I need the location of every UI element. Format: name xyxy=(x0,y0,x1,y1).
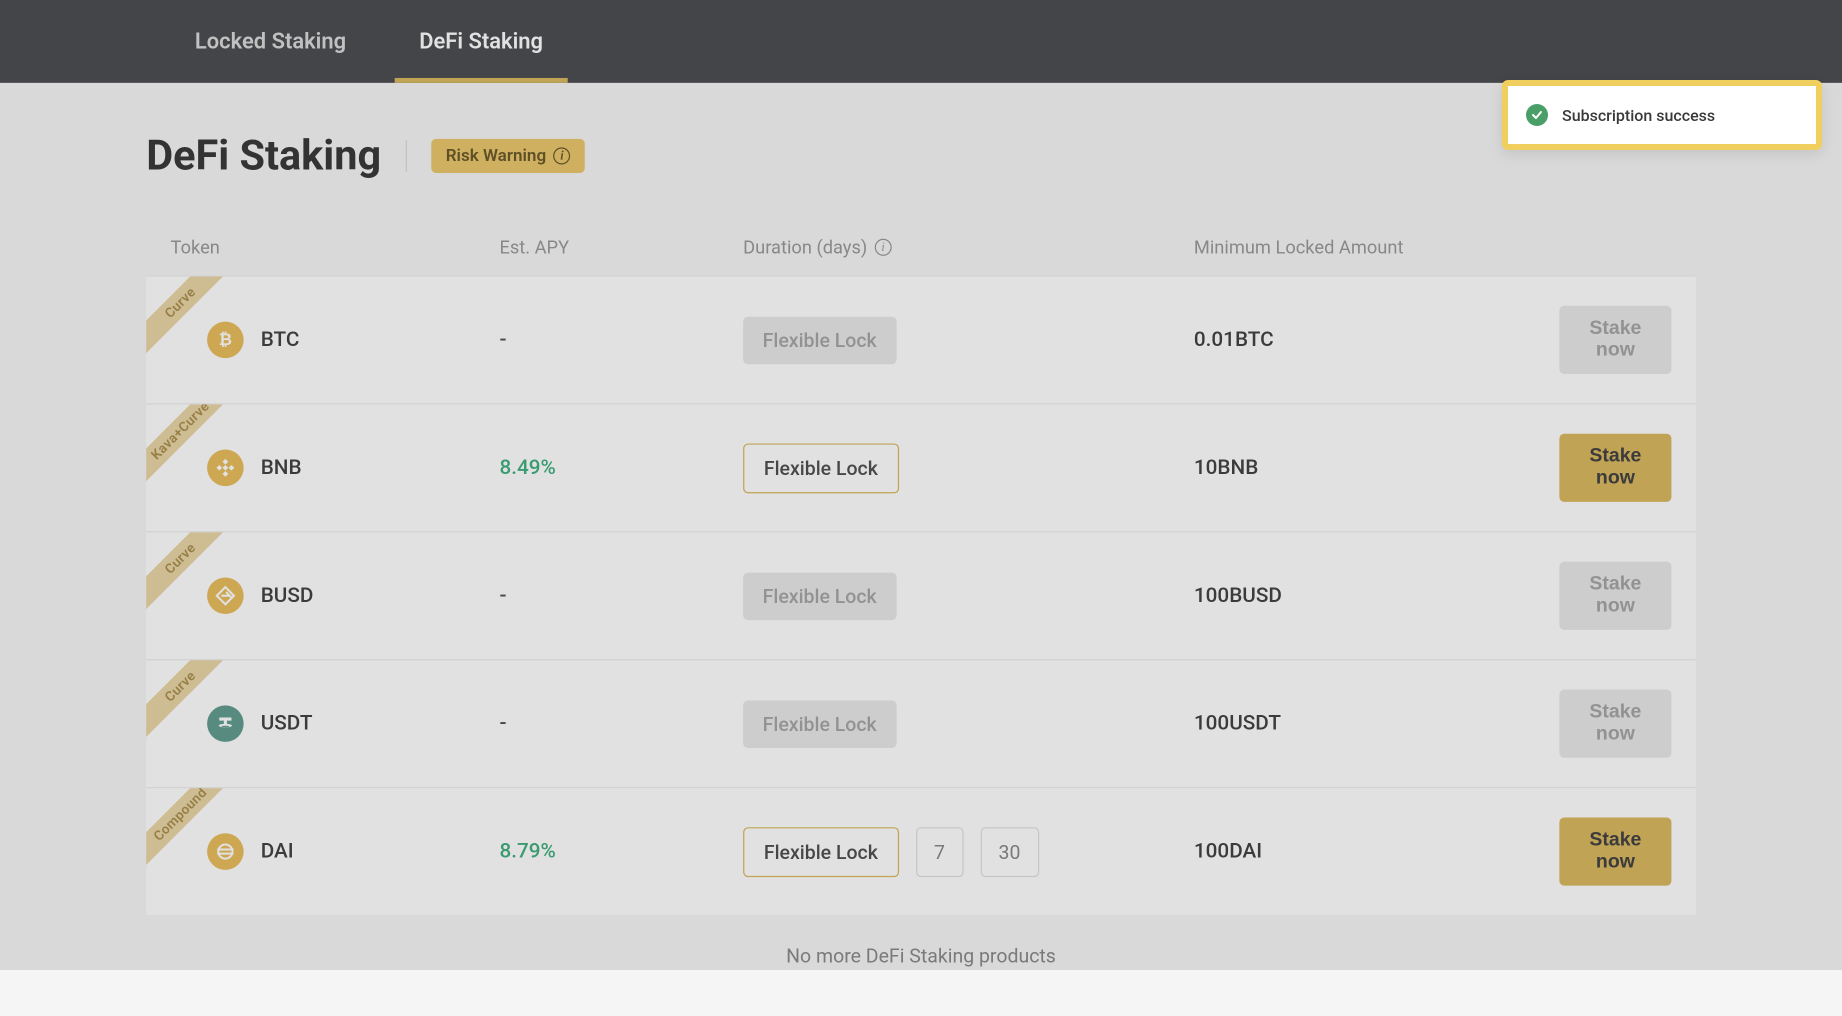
info-icon: i xyxy=(553,147,570,164)
col-header-minimum: Minimum Locked Amount xyxy=(1194,236,1559,258)
check-circle-icon xyxy=(1526,104,1548,126)
usdt-coin-icon xyxy=(207,705,244,742)
bnb-coin-icon xyxy=(207,450,244,487)
tab-defi-staking[interactable]: DeFi Staking xyxy=(395,0,568,83)
stake-now-button[interactable]: Stake now xyxy=(1559,817,1671,885)
token-symbol: DAI xyxy=(261,839,294,863)
minimum-amount: 0.01BTC xyxy=(1194,328,1274,352)
top-navbar: Locked Staking DeFi Staking xyxy=(0,0,1842,83)
minimum-amount: 100DAI xyxy=(1194,839,1262,863)
no-more-message: No more DeFi Staking products xyxy=(146,915,1696,1016)
dai-coin-icon xyxy=(207,833,244,870)
stake-now-button: Stake now xyxy=(1559,306,1671,374)
staking-table: Token Est. APY Duration (days) i Minimum… xyxy=(146,214,1696,914)
toast-message: Subscription success xyxy=(1562,106,1715,125)
apy-value: - xyxy=(499,584,506,608)
table-row: Kava+CurveBNB8.49%Flexible Lock10BNBStak… xyxy=(146,403,1696,531)
col-header-duration: Duration (days) i xyxy=(743,236,1194,258)
success-toast: Subscription success xyxy=(1502,80,1822,150)
table-row: CurveBUSD-Flexible Lock100BUSDStake now xyxy=(146,531,1696,659)
duration-option-7[interactable]: 7 xyxy=(916,827,964,877)
col-header-token: Token xyxy=(171,236,500,258)
token-symbol: BTC xyxy=(261,328,300,352)
flexible-lock-button[interactable]: Flexible Lock xyxy=(743,443,898,493)
flexible-lock-button: Flexible Lock xyxy=(743,572,896,620)
minimum-amount: 100USDT xyxy=(1194,711,1281,735)
tab-locked-staking[interactable]: Locked Staking xyxy=(171,0,371,83)
col-header-apy: Est. APY xyxy=(499,236,743,258)
flexible-lock-button[interactable]: Flexible Lock xyxy=(743,827,898,877)
minimum-amount: 100BUSD xyxy=(1194,584,1282,608)
stake-now-button: Stake now xyxy=(1559,690,1671,758)
token-symbol: BNB xyxy=(261,456,302,480)
table-row: Curve₿BTC-Flexible Lock0.01BTCStake now xyxy=(146,275,1696,403)
duration-option-30[interactable]: 30 xyxy=(980,827,1038,877)
apy-value: - xyxy=(499,328,506,352)
flexible-lock-button: Flexible Lock xyxy=(743,316,896,364)
table-row: CompoundDAI8.79%Flexible Lock730100DAISt… xyxy=(146,787,1696,915)
page-title: DeFi Staking xyxy=(146,132,381,181)
svg-text:₿: ₿ xyxy=(219,330,232,349)
flexible-lock-button: Flexible Lock xyxy=(743,700,896,748)
page-header: DeFi Staking Risk Warning i xyxy=(146,132,1696,181)
stake-now-button[interactable]: Stake now xyxy=(1559,434,1671,502)
apy-value: 8.49% xyxy=(499,456,555,480)
divider xyxy=(405,140,406,172)
token-symbol: BUSD xyxy=(261,584,314,608)
risk-warning-badge[interactable]: Risk Warning i xyxy=(431,139,585,173)
table-row: CurveUSDT-Flexible Lock100USDTStake now xyxy=(146,659,1696,787)
page-content: DeFi Staking Risk Warning i Token Est. A… xyxy=(0,83,1842,1016)
risk-warning-label: Risk Warning xyxy=(446,146,546,165)
token-symbol: USDT xyxy=(261,711,313,735)
apy-value: - xyxy=(499,711,506,735)
btc-coin-icon: ₿ xyxy=(207,322,244,359)
table-header: Token Est. APY Duration (days) i Minimum… xyxy=(146,214,1696,275)
stake-now-button: Stake now xyxy=(1559,562,1671,630)
apy-value: 8.79% xyxy=(499,839,555,863)
info-icon[interactable]: i xyxy=(875,239,892,256)
minimum-amount: 10BNB xyxy=(1194,456,1258,480)
busd-coin-icon xyxy=(207,577,244,614)
